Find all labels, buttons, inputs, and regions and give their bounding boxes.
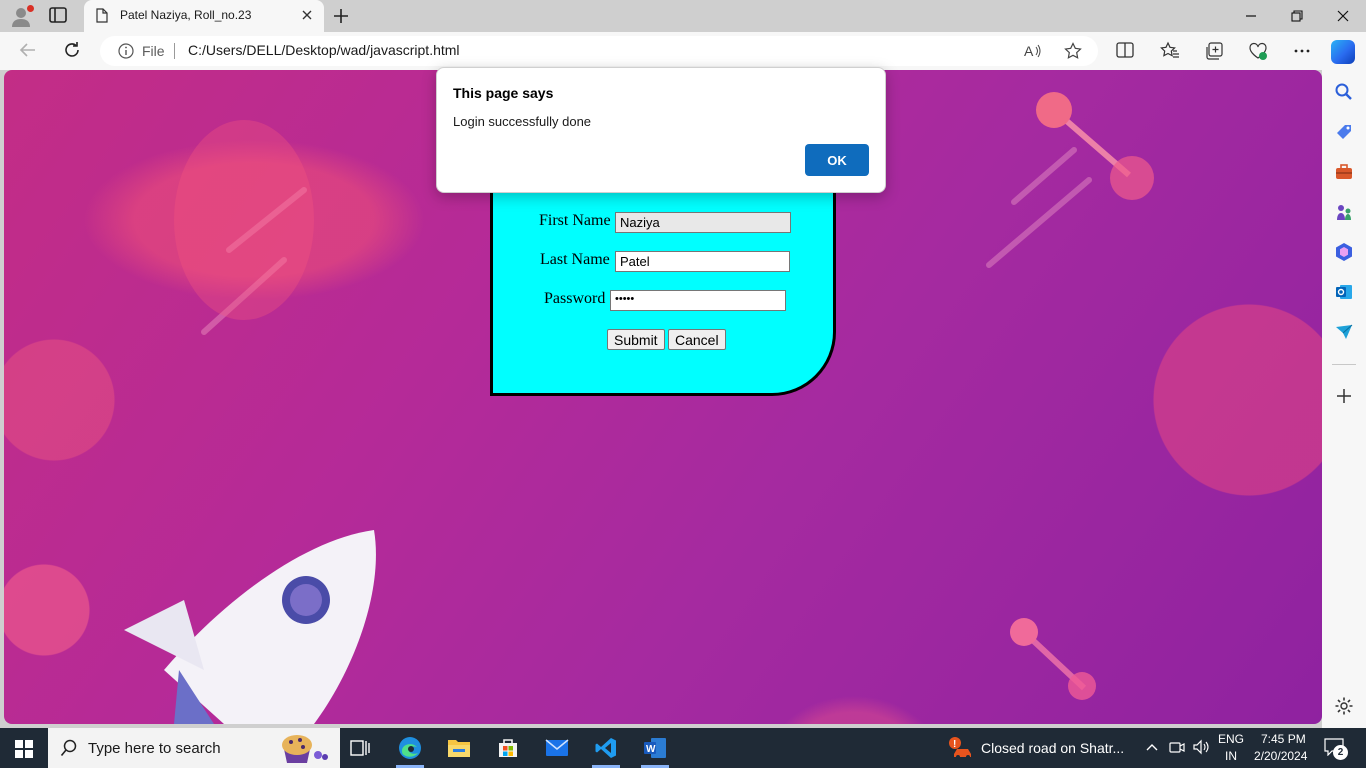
last-name-label: Last Name (540, 251, 610, 268)
news-headline: Closed road on Shatr... (981, 740, 1125, 756)
show-hidden-icons-chevron-icon[interactable] (1145, 740, 1159, 759)
news-widget[interactable]: ! Closed road on Shatr... (946, 728, 1136, 768)
svg-text:W: W (646, 744, 656, 755)
sidebar-settings-gear-icon[interactable] (1334, 696, 1354, 716)
dialog-message: Login successfully done (453, 114, 592, 129)
refresh-icon[interactable] (62, 40, 84, 62)
submit-button[interactable]: Submit (607, 329, 665, 350)
outlook-icon[interactable] (1334, 282, 1354, 302)
language-indicator[interactable]: ENG (1218, 732, 1244, 746)
favorites-icon[interactable] (1160, 41, 1180, 61)
mail-icon[interactable] (535, 728, 579, 768)
profile-avatar-icon[interactable] (10, 5, 34, 27)
favorite-star-icon[interactable] (1064, 42, 1082, 60)
collections-icon[interactable] (1204, 41, 1224, 61)
browser-tab-bar: Patel Naziya, Roll_no.23 (0, 0, 1366, 32)
tab-actions-icon[interactable] (48, 6, 70, 26)
alert-dialog: This page says Login successfully done O… (436, 67, 886, 193)
clock-time[interactable]: 7:45 PM (1261, 732, 1306, 746)
tools-briefcase-icon[interactable] (1334, 162, 1354, 182)
drop-send-icon[interactable] (1334, 322, 1354, 342)
minimize-icon[interactable] (1228, 0, 1274, 32)
more-options-icon[interactable] (1292, 41, 1312, 61)
shopping-tag-icon[interactable] (1334, 122, 1354, 142)
new-tab-icon[interactable] (332, 7, 350, 25)
add-sidebar-app-icon[interactable] (1334, 386, 1354, 406)
vscode-icon[interactable] (584, 728, 628, 768)
cancel-button[interactable]: Cancel (668, 329, 726, 350)
svg-text:A: A (1024, 43, 1034, 59)
notification-count-badge: 2 (1333, 745, 1348, 760)
edge-browser-icon[interactable] (388, 728, 432, 768)
volume-speaker-icon[interactable] (1192, 739, 1210, 760)
read-aloud-icon[interactable]: A (1024, 42, 1042, 60)
muffin-illustration-icon (272, 731, 328, 765)
tab-title: Patel Naziya, Roll_no.23 (120, 8, 252, 22)
browser-toolbar: File C:/Users/DELL/Desktop/wad/javascrip… (0, 32, 1366, 70)
split-screen-icon[interactable] (1116, 41, 1136, 61)
close-window-icon[interactable] (1320, 0, 1366, 32)
browser-essentials-icon[interactable] (1248, 41, 1268, 61)
microsoft-store-icon[interactable] (486, 728, 530, 768)
file-explorer-icon[interactable] (437, 728, 481, 768)
back-arrow-icon[interactable] (18, 40, 40, 62)
task-view-icon[interactable] (338, 728, 382, 768)
password-input[interactable]: ••••• (610, 290, 786, 311)
taskbar-search-box[interactable]: Type here to search (48, 728, 340, 768)
search-icon[interactable] (1334, 82, 1354, 102)
notification-center-icon[interactable]: 2 (1324, 738, 1348, 760)
restore-icon[interactable] (1274, 0, 1320, 32)
active-tab[interactable]: Patel Naziya, Roll_no.23 (84, 0, 324, 32)
microsoft-365-icon[interactable] (1334, 242, 1354, 262)
address-url[interactable]: C:/Users/DELL/Desktop/wad/javascript.htm… (188, 42, 460, 58)
word-icon[interactable]: W (633, 728, 677, 768)
dialog-title: This page says (453, 85, 554, 101)
copilot-icon[interactable] (1331, 40, 1355, 64)
meet-now-camera-icon[interactable] (1169, 739, 1185, 760)
games-icon[interactable] (1334, 202, 1354, 222)
svg-text:!: ! (953, 739, 956, 750)
ok-button[interactable]: OK (805, 144, 869, 176)
search-placeholder: Type here to search (88, 740, 221, 757)
search-magnifier-icon (60, 739, 78, 762)
windows-start-icon[interactable] (15, 740, 33, 758)
first-name-input[interactable]: Naziya (615, 212, 791, 233)
road-closure-icon: ! (948, 736, 974, 765)
last-name-input[interactable]: Patel (615, 251, 790, 272)
address-bar[interactable]: File C:/Users/DELL/Desktop/wad/javascrip… (100, 36, 1098, 66)
close-tab-icon[interactable] (300, 8, 314, 22)
language-region[interactable]: IN (1225, 749, 1237, 763)
password-label: Password (544, 290, 606, 307)
document-icon (96, 8, 108, 23)
edge-sidebar (1322, 70, 1366, 728)
windows-taskbar: Type here to search W ! Closed road on S… (0, 728, 1366, 768)
first-name-label: First Name (539, 212, 611, 229)
info-icon[interactable] (118, 43, 134, 64)
address-scheme-label: File (142, 43, 165, 59)
clock-date[interactable]: 2/20/2024 (1254, 749, 1307, 763)
